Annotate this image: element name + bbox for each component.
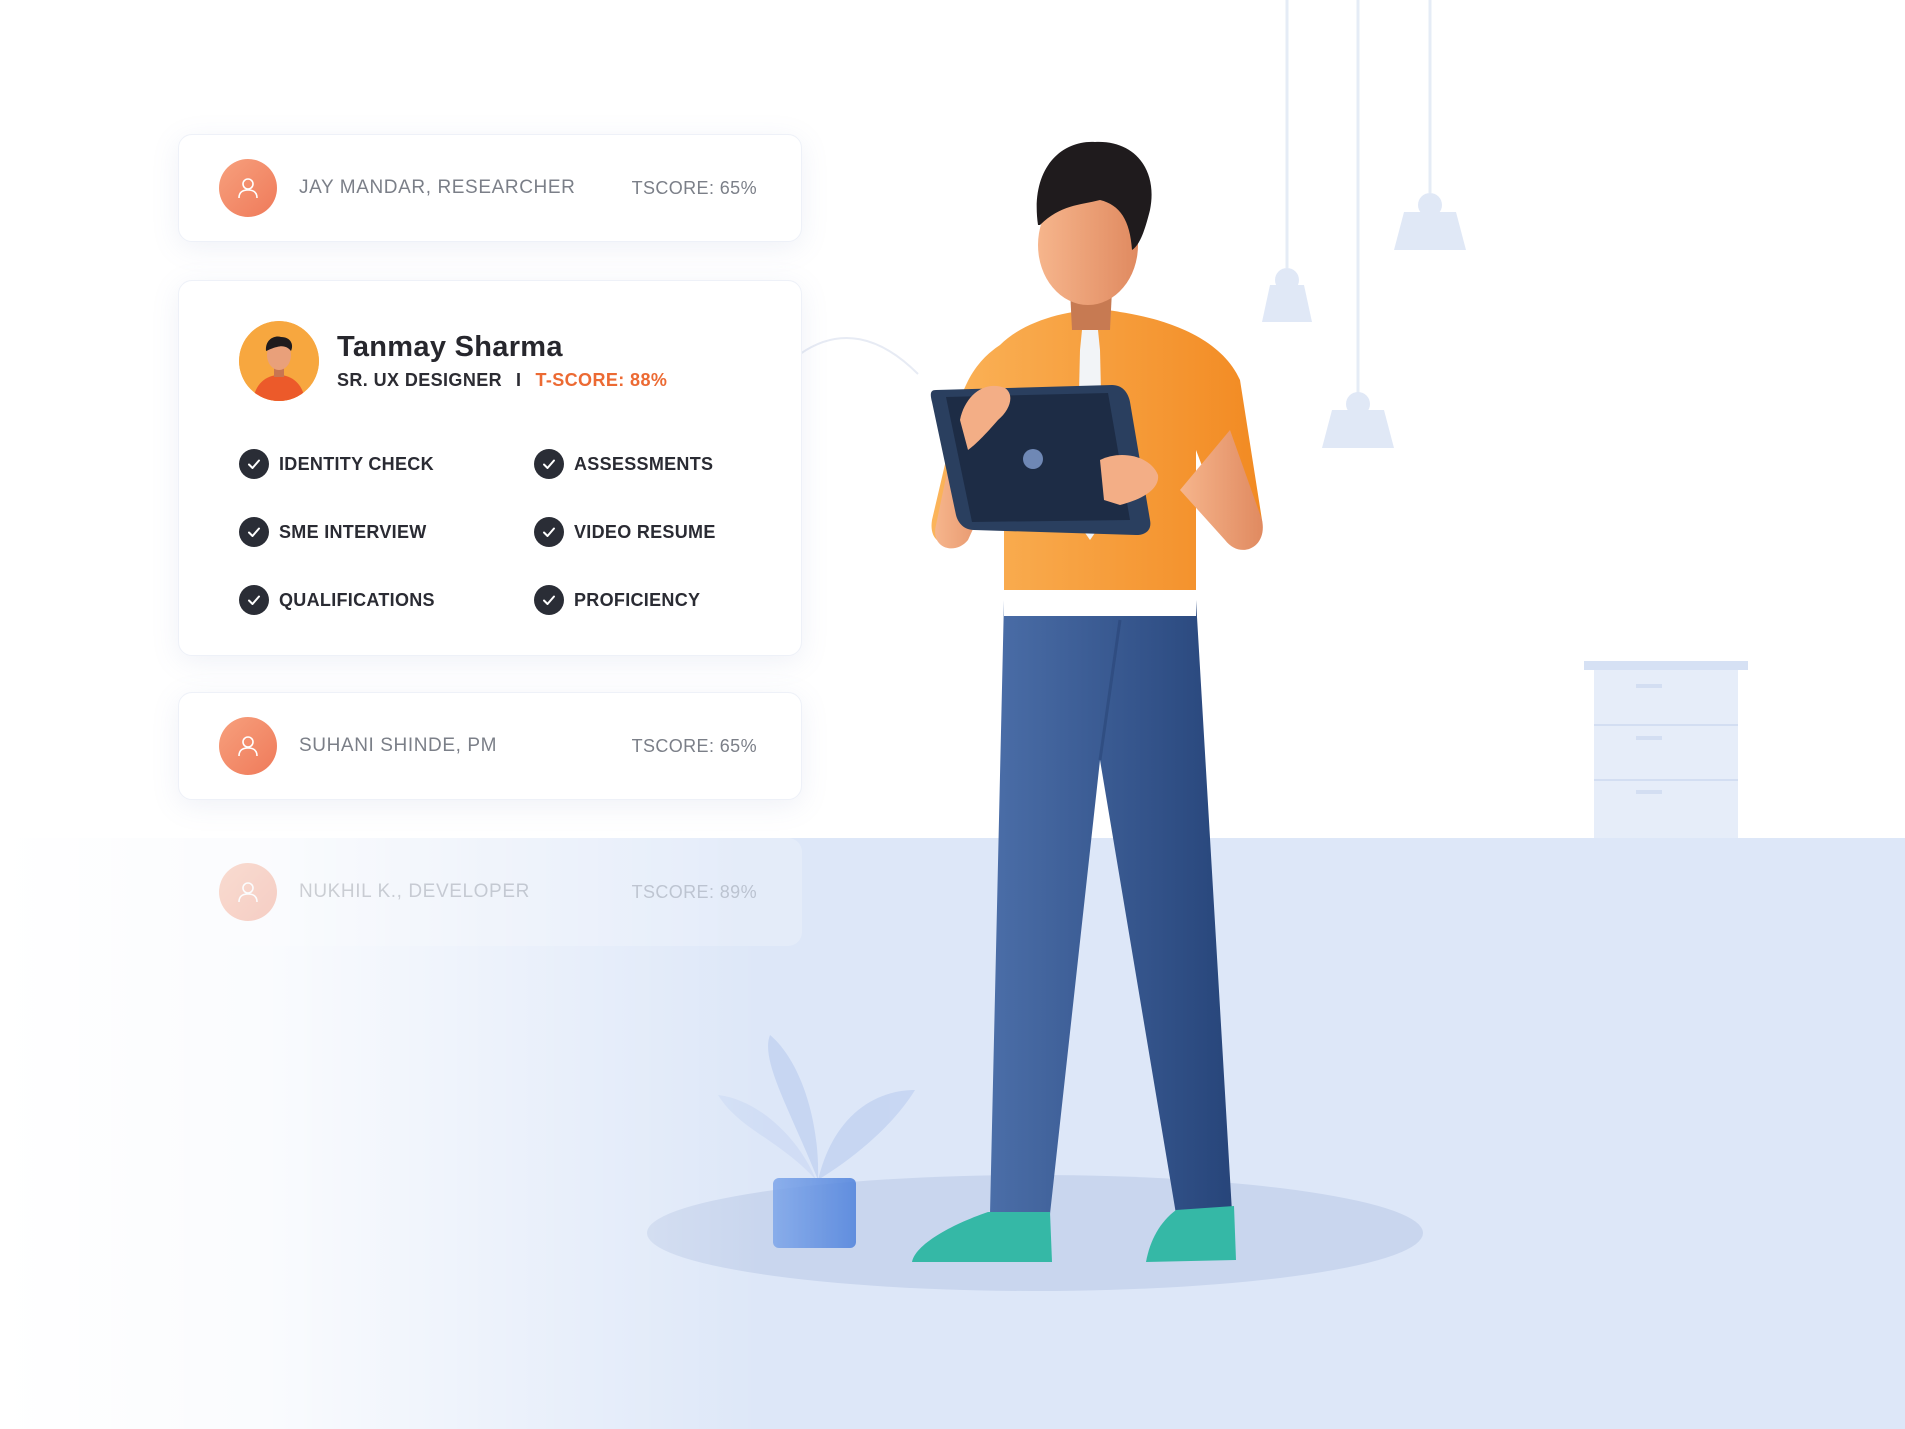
cabinet [1584, 661, 1748, 838]
check-circle-icon [534, 517, 564, 547]
candidate-name: JAY MANDAR, RESEARCHER [299, 177, 576, 198]
profile-name: Tanmay Sharma [337, 331, 563, 363]
candidate-card[interactable]: NUKHIL K., DEVELOPER TSCORE: 89% [178, 838, 802, 946]
check-item: ASSESSMENTS [534, 449, 794, 479]
profile-subtitle: SR. UX DESIGNER I T-SCORE: 88% [337, 370, 667, 391]
user-icon [219, 717, 277, 775]
avatar [239, 321, 319, 401]
check-item: VIDEO RESUME [534, 517, 794, 547]
candidate-score: TSCORE: 65% [631, 177, 757, 198]
check-circle-icon [534, 585, 564, 615]
check-label: SME INTERVIEW [279, 521, 427, 542]
separator: I [516, 370, 522, 390]
user-icon [219, 159, 277, 217]
verification-checklist: IDENTITY CHECK ASSESSMENTS SME INTERVIEW… [239, 449, 794, 615]
pendant-lamps [1262, 0, 1466, 448]
candidate-card[interactable]: SUHANI SHINDE, PM TSCORE: 65% [178, 692, 802, 800]
profile-card[interactable]: Tanmay Sharma SR. UX DESIGNER I T-SCORE: 8… [178, 280, 802, 656]
profile-tscore: T-SCORE: 88% [535, 370, 668, 390]
check-label: QUALIFICATIONS [279, 589, 435, 610]
check-item: PROFICIENCY [534, 585, 794, 615]
check-item: SME INTERVIEW [239, 517, 534, 547]
check-label: IDENTITY CHECK [279, 453, 434, 474]
candidate-name: SUHANI SHINDE, PM [299, 735, 498, 756]
candidate-score: TSCORE: 65% [631, 735, 757, 756]
fade-overlay [0, 700, 760, 1429]
candidate-card[interactable]: JAY MANDAR, RESEARCHER TSCORE: 65% [178, 134, 802, 242]
person-illustration [912, 141, 1263, 1262]
check-circle-icon [534, 449, 564, 479]
check-circle-icon [239, 585, 269, 615]
check-item: IDENTITY CHECK [239, 449, 534, 479]
profile-role: SR. UX DESIGNER [337, 370, 503, 390]
check-label: PROFICIENCY [574, 589, 701, 610]
check-circle-icon [239, 449, 269, 479]
check-label: ASSESSMENTS [574, 453, 714, 474]
scene: JAY MANDAR, RESEARCHER TSCORE: 65% Tanma… [0, 0, 1905, 1429]
check-item: QUALIFICATIONS [239, 585, 534, 615]
check-circle-icon [239, 517, 269, 547]
bubble-tail [800, 337, 919, 375]
candidate-score: TSCORE: 89% [631, 881, 757, 902]
check-label: VIDEO RESUME [574, 521, 716, 542]
candidate-name: NUKHIL K., DEVELOPER [299, 881, 530, 902]
user-icon [219, 863, 277, 921]
